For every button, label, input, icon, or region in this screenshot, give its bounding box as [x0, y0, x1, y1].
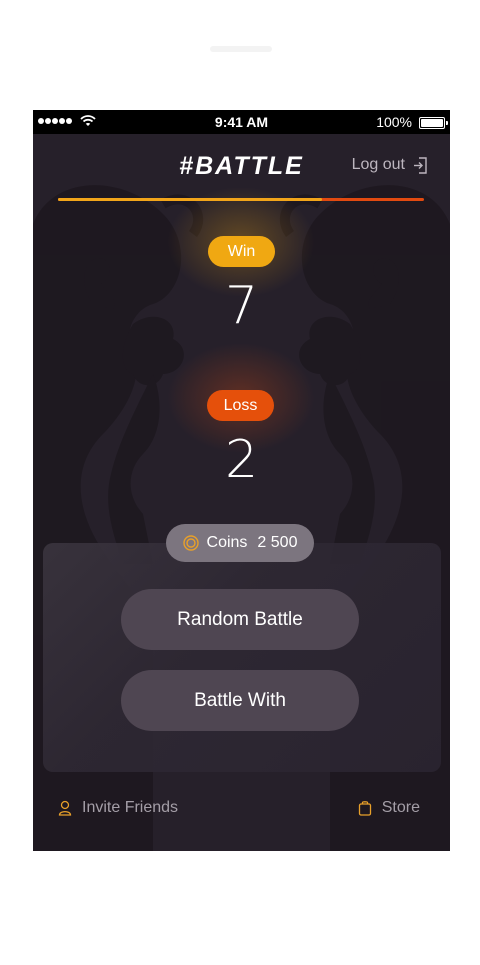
- win-badge: Win: [208, 236, 275, 267]
- win-count: 7: [224, 276, 259, 336]
- store-link[interactable]: Store: [358, 799, 420, 817]
- loss-count: 2: [224, 430, 259, 490]
- random-battle-button[interactable]: Random Battle: [121, 589, 359, 650]
- loss-badge: Loss: [207, 390, 274, 421]
- action-panel: [43, 543, 441, 772]
- logout-icon: [414, 156, 427, 174]
- user-icon: [58, 800, 72, 816]
- status-bar: 9:41 AM 100%: [33, 110, 450, 134]
- invite-friends-link[interactable]: Invite Friends: [58, 799, 178, 817]
- app-screen: 9:41 AM 100% #BATTLE Log out Win 7 Loss …: [33, 110, 450, 851]
- coins-value: 2 500: [257, 534, 298, 551]
- top-decoration: [210, 46, 272, 52]
- battery-percentage: 100%: [376, 114, 412, 130]
- store-label: Store: [381, 799, 420, 816]
- bag-icon: [358, 801, 371, 816]
- logout-button[interactable]: Log out: [352, 156, 428, 174]
- page: 9:41 AM 100% #BATTLE Log out Win 7 Loss …: [0, 0, 480, 965]
- battle-with-button[interactable]: Battle With: [121, 670, 359, 731]
- invite-friends-label: Invite Friends: [82, 799, 179, 816]
- coins-badge: Coins 2 500: [166, 524, 314, 562]
- battery-icon: [419, 117, 448, 129]
- coins-label: Coins: [206, 534, 248, 551]
- coin-icon: [182, 535, 199, 551]
- logout-label: Log out: [351, 156, 405, 173]
